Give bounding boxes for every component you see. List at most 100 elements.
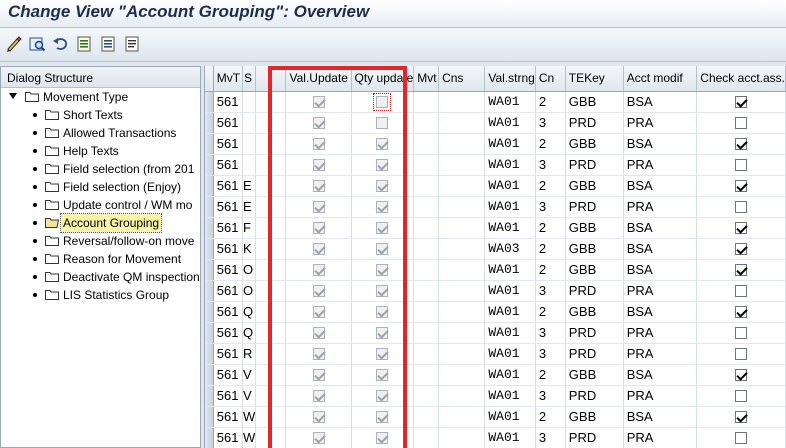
row-selector[interactable] [205,385,214,407]
row-selector[interactable] [205,259,214,281]
row-selector[interactable] [205,364,214,386]
undo-icon[interactable] [50,34,70,54]
column-header-s[interactable]: S [242,66,257,92]
val-update-checkbox[interactable] [312,95,325,108]
check-acct-ass-checkbox[interactable] [735,137,748,150]
row-selector[interactable] [205,427,214,448]
qty-update-checkbox[interactable] [373,92,392,111]
detail-icon[interactable] [27,34,47,54]
check-acct-ass-checkbox[interactable] [735,179,748,192]
table-row[interactable]: 561 V WA01 2 GBB BSA [205,364,786,386]
qty-update-checkbox[interactable] [376,326,389,339]
table-row[interactable]: 561 R WA01 3 PRD PRA [205,343,786,365]
table-row[interactable]: 561 K WA03 2 GBB BSA [205,238,786,260]
column-header-qty-update[interactable]: Qty update [351,66,415,92]
check-acct-ass-checkbox[interactable] [735,326,748,339]
column-header-tekey[interactable]: TEKey [565,66,624,92]
val-update-checkbox[interactable] [312,263,325,276]
expand-arrow-icon[interactable] [9,93,17,99]
qty-update-checkbox[interactable] [376,263,389,276]
row-selector[interactable] [205,343,214,365]
row-selector[interactable] [205,217,214,239]
check-acct-ass-checkbox[interactable] [735,368,748,381]
table-row[interactable]: 561 W WA01 2 GBB BSA [205,406,786,428]
column-header-cns[interactable]: Cns [438,66,486,92]
qty-update-checkbox[interactable] [376,242,389,255]
qty-update-checkbox[interactable] [376,179,389,192]
val-update-checkbox[interactable] [312,431,325,444]
row-selector[interactable] [205,133,214,155]
row-selector[interactable] [205,196,214,218]
column-header-val-update[interactable]: Val.Update [285,66,352,92]
check-acct-ass-checkbox[interactable] [735,347,748,360]
column-header-check-acct-ass[interactable]: Check acct.ass. [696,66,786,92]
check-acct-ass-checkbox[interactable] [735,305,748,318]
val-update-checkbox[interactable] [312,137,325,150]
column-header-acct-modif[interactable]: Acct modif [623,66,698,92]
row-selector[interactable] [205,154,214,176]
display-change-icon[interactable] [4,34,24,54]
check-acct-ass-checkbox[interactable] [735,284,748,297]
table-row[interactable]: 561 E WA01 2 GBB BSA [205,175,786,197]
qty-update-checkbox[interactable] [376,431,389,444]
val-update-checkbox[interactable] [312,284,325,297]
qty-update-checkbox[interactable] [376,221,389,234]
table-row[interactable]: 561 F WA01 2 GBB BSA [205,217,786,239]
val-update-checkbox[interactable] [312,410,325,423]
check-acct-ass-checkbox[interactable] [735,263,748,276]
check-acct-ass-checkbox[interactable] [735,221,748,234]
row-selector[interactable] [205,238,214,260]
val-update-checkbox[interactable] [312,305,325,318]
val-update-checkbox[interactable] [312,200,325,213]
row-selector[interactable] [205,322,214,344]
table-row[interactable]: 561 E WA01 3 PRD PRA [205,196,786,218]
check-acct-ass-checkbox[interactable] [735,158,748,171]
check-acct-ass-checkbox[interactable] [735,116,748,129]
qty-update-checkbox[interactable] [376,200,389,213]
val-update-checkbox[interactable] [312,179,325,192]
row-selector[interactable] [205,91,214,113]
qty-update-checkbox[interactable] [376,410,389,423]
qty-update-checkbox[interactable] [376,305,389,318]
val-update-checkbox[interactable] [312,242,325,255]
column-header-mvt2[interactable]: Mvt [413,66,440,92]
check-acct-ass-checkbox[interactable] [735,431,748,444]
qty-update-checkbox[interactable] [376,116,389,129]
column-header-cn[interactable]: Cn [535,66,566,92]
row-selector[interactable] [205,175,214,197]
check-acct-ass-checkbox[interactable] [735,200,748,213]
column-header-val-strng[interactable]: Val.strng [484,66,536,92]
check-acct-ass-checkbox[interactable] [735,410,748,423]
table-row[interactable]: 561 Q WA01 3 PRD PRA [205,322,786,344]
check-acct-ass-checkbox[interactable] [735,389,748,402]
qty-update-checkbox[interactable] [376,158,389,171]
table-row[interactable]: 561 O WA01 2 GBB BSA [205,259,786,281]
qty-update-checkbox[interactable] [376,137,389,150]
val-update-checkbox[interactable] [312,116,325,129]
val-update-checkbox[interactable] [312,326,325,339]
check-acct-ass-checkbox[interactable] [735,95,748,108]
previous-entry-icon[interactable] [74,34,94,54]
val-update-checkbox[interactable] [312,389,325,402]
val-update-checkbox[interactable] [312,347,325,360]
qty-update-checkbox[interactable] [376,368,389,381]
table-row[interactable]: 561 WA01 2 GBB BSA [205,91,786,113]
val-update-checkbox[interactable] [312,368,325,381]
select-all-header[interactable] [205,66,214,92]
check-acct-ass-checkbox[interactable] [735,242,748,255]
row-selector[interactable] [205,301,214,323]
row-selector[interactable] [205,112,214,134]
column-header-mvt[interactable]: MvT [213,66,243,92]
qty-update-checkbox[interactable] [376,389,389,402]
qty-update-checkbox[interactable] [376,284,389,297]
row-selector[interactable] [205,406,214,428]
table-row[interactable]: 561 WA01 3 PRD PRA [205,112,786,134]
table-row[interactable]: 561 WA01 2 GBB BSA [205,133,786,155]
table-row[interactable]: 561 W WA01 3 PRD PRA [205,427,786,448]
row-selector[interactable] [205,280,214,302]
val-update-checkbox[interactable] [312,221,325,234]
table-row[interactable]: 561 Q WA01 2 GBB BSA [205,301,786,323]
next-entry-icon[interactable] [98,34,118,54]
val-update-checkbox[interactable] [312,158,325,171]
qty-update-checkbox[interactable] [376,347,389,360]
